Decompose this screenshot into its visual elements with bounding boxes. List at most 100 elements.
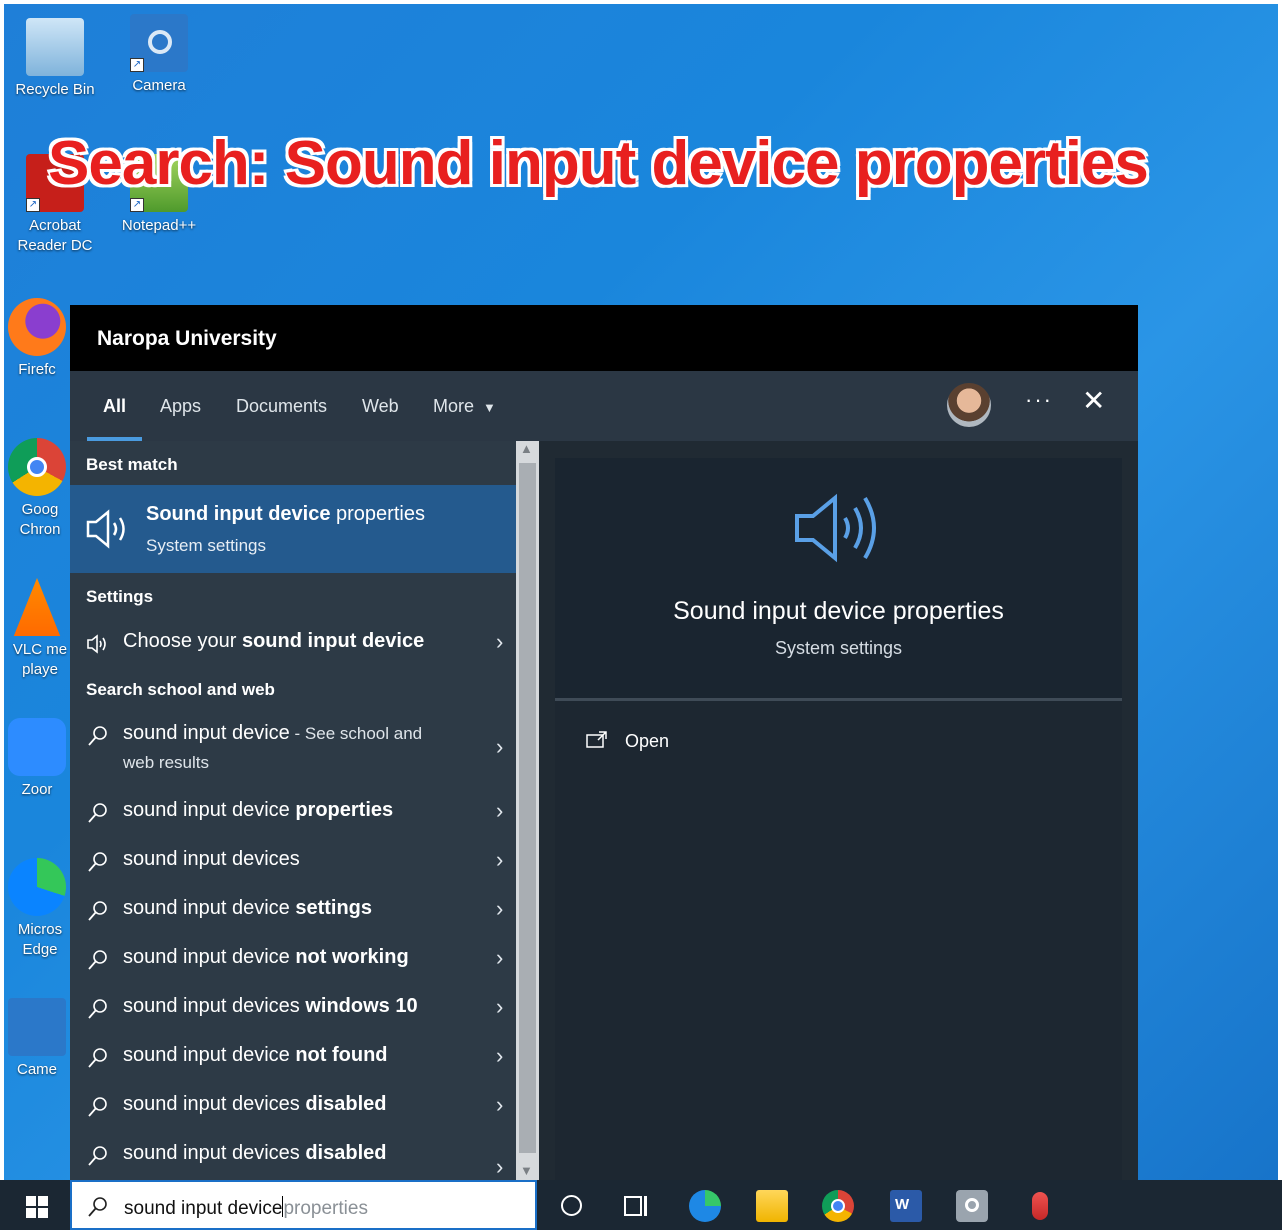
suggestion-row[interactable]: sound input device not working ›	[70, 945, 516, 976]
edge-icon[interactable]	[689, 1190, 721, 1222]
chrome-icon[interactable]	[822, 1190, 854, 1222]
suggestion-bold: not found	[295, 1044, 388, 1066]
task-view-icon[interactable]	[620, 1190, 652, 1222]
tab-more[interactable]: More ▼	[433, 396, 496, 417]
vlc-icon	[13, 578, 61, 636]
web-result-query: sound input device	[123, 722, 290, 744]
search-autocomplete-ghost: properties	[283, 1198, 368, 1219]
camera-icon[interactable]	[956, 1190, 988, 1222]
desktop-icon-label: Zoor	[21, 781, 53, 798]
open-icon	[586, 731, 607, 748]
chevron-right-icon: ›	[496, 798, 504, 823]
desktop-icon-camera-2[interactable]: Came	[4, 998, 70, 1080]
search-icon	[88, 950, 107, 970]
suggestion-label: sound input device not working	[123, 946, 409, 969]
suggestion-prefix: sound input device	[123, 946, 296, 968]
shortcut-arrow-icon: ↗	[130, 58, 144, 72]
suggestion-row[interactable]: sound input devices disabled ›	[70, 1092, 516, 1123]
suggestion-label: sound input devices disabled	[123, 1142, 386, 1165]
search-icon	[88, 999, 107, 1019]
suggestion-row[interactable]: sound input devices ›	[70, 847, 516, 878]
suggestion-row[interactable]: sound input device settings ›	[70, 896, 516, 927]
best-match-item[interactable]: Sound input device properties System set…	[70, 485, 516, 573]
divider	[555, 698, 1122, 701]
search-icon	[88, 1048, 107, 1068]
avatar[interactable]	[947, 383, 991, 427]
suggestion-bold: not working	[295, 946, 409, 968]
suggestion-bold: disabled	[305, 1093, 387, 1115]
tab-apps[interactable]: Apps	[160, 396, 201, 417]
frame-top	[0, 0, 1282, 4]
chevron-right-icon: ›	[496, 994, 504, 1019]
desktop-icon-label: VLC me playe	[12, 641, 68, 678]
chevron-right-icon: ›	[496, 847, 504, 872]
desktop-icon-label: Goog Chron	[19, 501, 61, 538]
recycle-bin-icon	[26, 18, 84, 76]
search-icon	[88, 1197, 107, 1217]
shortcut-arrow-icon: ↗	[26, 198, 40, 212]
scroll-down-arrow-icon[interactable]: ▼	[520, 1163, 533, 1178]
preview-pane: Sound input device properties System set…	[555, 458, 1122, 1180]
desktop-icon-label: Acrobat Reader DC	[17, 217, 93, 254]
chevron-right-icon: ›	[496, 1043, 504, 1068]
settings-item-bold: sound input device	[241, 630, 425, 652]
speaker-icon	[86, 509, 125, 549]
desktop-icon-chrome[interactable]: Goog Chron	[4, 438, 70, 540]
close-button[interactable]: ✕	[1082, 387, 1105, 415]
web-result-label: sound input device - See school and	[123, 722, 422, 745]
desktop-icon-label: Came	[16, 1061, 57, 1078]
search-icon	[88, 726, 107, 746]
caret-down-icon: ▼	[483, 400, 496, 415]
suggestion-row[interactable]: sound input device properties ›	[70, 798, 516, 829]
org-header: Naropa University	[70, 305, 1138, 371]
scrollbar-thumb[interactable]	[519, 463, 536, 1153]
desktop-icon-camera[interactable]: ↗ Camera	[114, 14, 204, 96]
desktop-icon-recycle-bin[interactable]: Recycle Bin	[10, 18, 100, 100]
search-tabs: All Apps Documents Web More ▼ ··· ✕	[70, 371, 1138, 441]
search-icon	[88, 901, 107, 921]
suggestion-row[interactable]: sound input devices disabled ›	[70, 1142, 516, 1180]
suggestion-prefix: sound input device	[123, 897, 296, 919]
best-match-label: Best match	[86, 455, 178, 474]
camera-icon: ↗	[130, 14, 188, 72]
results-scrollbar[interactable]: ▲ ▼	[516, 441, 539, 1180]
settings-item-prefix: Choose your	[123, 630, 242, 652]
desktop-icon-firefox[interactable]: Firefc	[4, 298, 70, 380]
settings-item-label: Choose your sound input device	[123, 630, 424, 653]
tab-more-label: More	[433, 396, 475, 416]
chevron-right-icon: ›	[496, 945, 504, 970]
tab-web[interactable]: Web	[362, 396, 399, 417]
snipping-tool-icon[interactable]	[1024, 1190, 1056, 1222]
suggestion-label: sound input devices	[123, 848, 300, 871]
desktop-icon-edge[interactable]: Micros Edge	[4, 858, 70, 960]
suggestion-row[interactable]: sound input devices windows 10 ›	[70, 994, 516, 1025]
file-explorer-icon[interactable]	[756, 1190, 788, 1222]
preview-subtitle: System settings	[774, 638, 903, 658]
scroll-up-arrow-icon[interactable]: ▲	[520, 441, 533, 456]
suggestion-label: sound input device settings	[123, 897, 372, 920]
desktop-icon-label: Recycle Bin	[15, 81, 95, 98]
suggestion-bold: disabled	[305, 1142, 387, 1164]
chevron-right-icon: ›	[496, 1154, 504, 1179]
search-panel: Naropa University All Apps Documents Web…	[70, 305, 1138, 1180]
preview-title: Sound input device properties	[673, 597, 1004, 625]
desktop-icon-label: Notepad++	[121, 217, 197, 234]
word-icon[interactable]: W	[890, 1190, 922, 1222]
settings-item-choose-sound-input[interactable]: Choose your sound input device ›	[70, 629, 516, 660]
suggestion-row[interactable]: sound input device not found ›	[70, 1043, 516, 1074]
web-section-label: Search school and web	[86, 680, 275, 699]
windows-start-icon[interactable]	[26, 1196, 48, 1218]
desktop-icon-vlc[interactable]: VLC me playe	[4, 578, 70, 680]
best-match-title-rest: properties	[330, 503, 425, 525]
tab-documents[interactable]: Documents	[236, 396, 327, 417]
chevron-right-icon: ›	[496, 896, 504, 921]
cortana-icon[interactable]	[556, 1190, 588, 1222]
suggestion-label: sound input device not found	[123, 1044, 388, 1067]
more-options-button[interactable]: ···	[1025, 387, 1053, 413]
web-result-see-school-and-web[interactable]: sound input device - See school and web …	[70, 722, 516, 782]
search-query-text: sound input deviceproperties	[124, 1196, 368, 1220]
desktop-icon-zoom[interactable]: Zoor	[4, 718, 70, 800]
search-icon	[88, 1146, 107, 1166]
tab-all[interactable]: All	[103, 396, 126, 417]
taskbar-search-input[interactable]: sound input deviceproperties	[70, 1180, 537, 1230]
